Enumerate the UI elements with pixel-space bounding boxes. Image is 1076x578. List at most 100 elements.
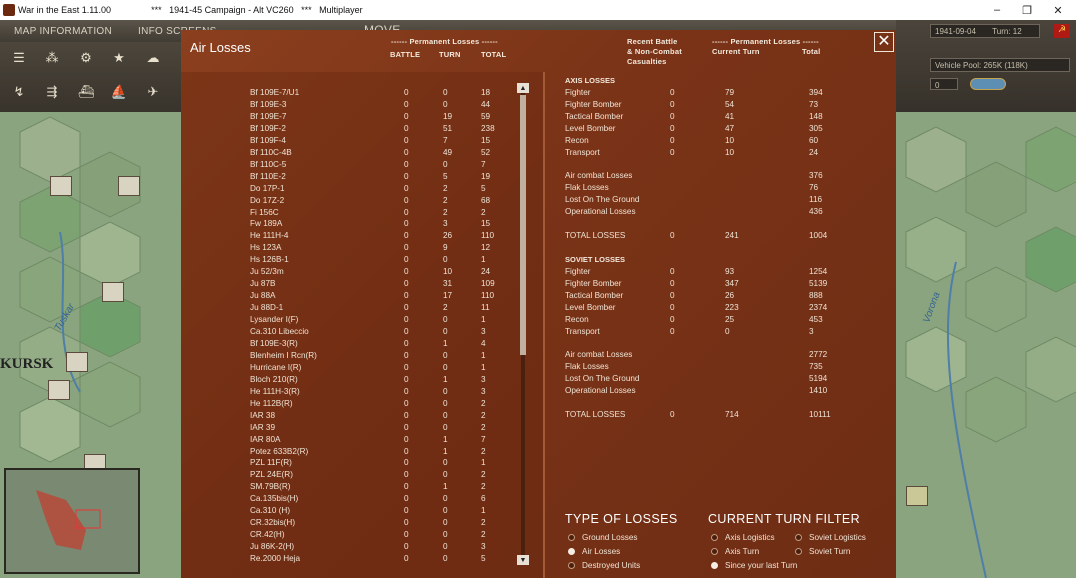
star-icon[interactable]: ★ [108,48,130,68]
scroll-up-icon[interactable]: ▲ [517,83,529,93]
battle-value: 0 [404,99,409,109]
radio-label: Soviet Logistics [809,533,866,542]
radio-button-icon[interactable] [711,534,718,541]
table-row: IAR 39 0 0 2 [181,423,511,435]
table-row: Bf 109E-3(R) 0 1 4 [181,339,511,351]
total-value: 2 [481,410,486,420]
radio-button-icon[interactable] [711,548,718,555]
table-row: Ju 88A 0 17 110 [181,291,511,303]
total-value: 238 [481,123,495,133]
aircraft-name: Bf 110C-5 [250,159,287,169]
map-unit[interactable] [50,176,72,196]
total-value: 436 [809,207,823,217]
radio-option[interactable]: Soviet Logistics [795,533,866,542]
minimap[interactable] [4,468,140,574]
weather-icon[interactable]: ☁ [142,48,164,68]
radio-button-icon[interactable] [568,534,575,541]
radio-option[interactable]: Air Losses [568,547,620,556]
units-icon[interactable]: ⁂ [41,48,63,68]
path-icon[interactable]: ↯ [8,82,30,102]
radio-label: Axis Turn [725,547,760,556]
close-dialog-button[interactable]: ✕ [874,32,894,52]
total-value: 44 [481,99,491,109]
radio-option[interactable]: Soviet Turn [795,547,850,556]
loss-row: Transport 0 10 24 [565,148,865,160]
table-row: Bf 110C-4B 0 49 52 [181,148,511,160]
total-value: 109 [481,279,495,289]
total-value: 2 [481,422,486,432]
table-row: Bf 109E-7/U1 0 0 18 [181,88,511,100]
table-row: CR.42(H) 0 0 2 [181,530,511,542]
recent-value: 0 [670,278,675,288]
turn-value: 1 [443,446,448,456]
radio-option[interactable]: Ground Losses [568,533,638,542]
loss-row: Operational Losses 1410 [565,386,865,398]
aircraft-name: CR.32bis(H) [250,518,296,528]
maximize-button[interactable]: ❐ [1012,0,1042,20]
turn-value: 49 [443,147,453,157]
current-turn-value: 10 [725,147,735,157]
scroll-thumb[interactable] [520,95,526,355]
battle-value: 0 [404,303,409,313]
aircraft-name: Lysander I(F) [250,315,299,325]
scroll-down-icon[interactable]: ▼ [517,555,529,565]
recent-value: 0 [670,410,675,419]
table-row: Bf 109F-4 0 7 15 [181,136,511,148]
radio-option[interactable]: Axis Turn [711,547,759,556]
radio-button-icon[interactable] [795,534,802,541]
map-unit[interactable] [102,282,124,302]
total-value: 5 [481,183,486,193]
loss-type: Tactical Bomber [565,290,624,300]
stack-icon[interactable]: ☰ [8,48,30,68]
close-window-button[interactable]: ✕ [1043,0,1073,20]
turn-value: 0 [443,458,448,468]
radio-button-icon[interactable] [795,548,802,555]
aircraft-name: Ju 88D-1 [250,303,284,313]
map-unit[interactable] [118,176,140,196]
recent-value: 0 [670,147,675,157]
aircraft-name: Ju 86K-2(H) [250,542,295,552]
col-battle: BATTLE [390,50,421,59]
total-value: 3 [809,326,814,336]
close-icon: ✕ [877,33,891,50]
table-row: Bf 110C-5 0 0 7 [181,160,511,172]
minimize-button[interactable]: – [982,0,1012,20]
radio-option[interactable]: Axis Logistics [711,533,775,542]
total-value: 888 [809,290,823,300]
total-value: 1004 [809,231,828,240]
col-total: TOTAL [481,50,507,59]
loss-type: Transport [565,326,600,336]
radio-option[interactable]: Destroyed Units [568,561,640,570]
radio-button-icon[interactable] [711,562,718,569]
battle-value: 0 [404,338,409,348]
ship-icon[interactable]: ⛴ [75,82,97,102]
menu-map-information[interactable]: MAP INFORMATION [14,26,112,37]
turn-value: 51 [443,123,453,133]
loss-row: Fighter 0 79 394 [565,88,865,100]
list-scrollbar[interactable]: ▲ ▼ [517,83,529,565]
radio-option[interactable]: Since your last Turn [711,561,797,570]
radio-button-icon[interactable] [568,562,575,569]
naval-icon[interactable]: ⛵ [108,82,130,102]
aircraft-name: Bloch 210(R) [250,374,298,384]
radio-button-icon[interactable] [568,548,575,555]
aircraft-name: He 112B(R) [250,398,293,408]
table-row: Hurricane I(R) 0 0 1 [181,363,511,375]
map-unit[interactable] [66,352,88,372]
total-value: 7 [481,434,486,444]
turn-value: 0 [443,506,448,516]
gear-icon[interactable]: ⚙ [75,48,97,68]
turn-value: 0 [443,99,448,109]
aircraft-name: Hurricane I(R) [250,362,302,372]
map-unit[interactable] [906,486,928,506]
map-unit[interactable] [48,380,70,400]
loss-type: Fighter Bomber [565,278,622,288]
rail-icon[interactable]: ⇶ [41,82,63,102]
air-icon[interactable]: ✈ [142,82,164,102]
loss-type: TOTAL LOSSES [565,231,626,240]
toggle-icon[interactable] [970,78,1006,90]
total-value: 110 [481,291,495,301]
col-total-right: Total [802,47,821,56]
total-value: 24 [481,267,491,277]
recent-value: 0 [670,135,675,145]
